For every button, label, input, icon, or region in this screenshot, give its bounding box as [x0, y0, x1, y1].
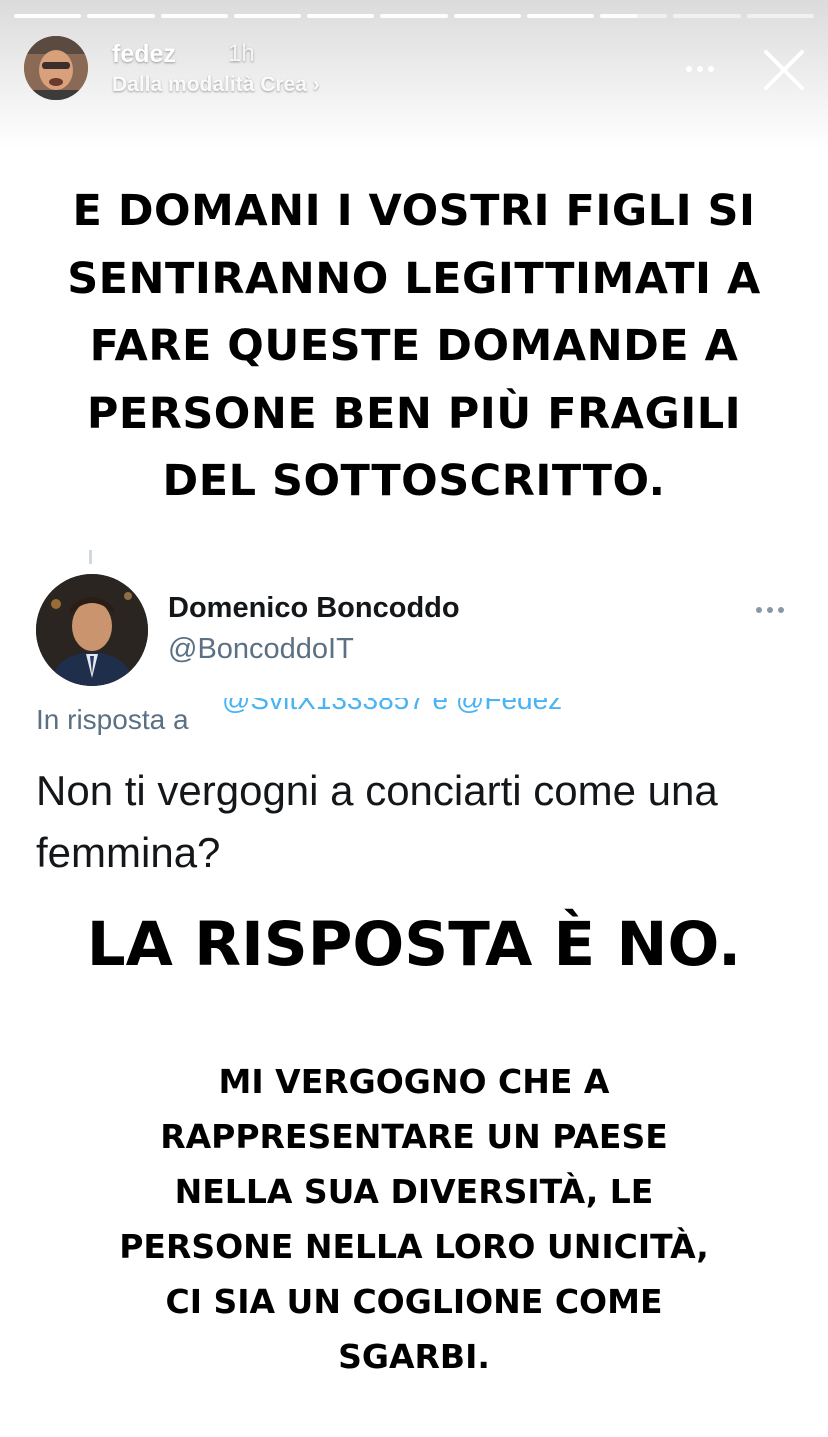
- tweet-avatar[interactable]: [36, 574, 148, 686]
- headline-text: E DOMANI I VOSTRI FIGLI SI SENTIRANNO LE…: [30, 178, 798, 516]
- progress-segment: [600, 14, 668, 18]
- story-progress-bar: [14, 14, 814, 18]
- progress-segment: [87, 14, 155, 18]
- progress-segment: [160, 14, 228, 18]
- thread-line: [89, 550, 92, 564]
- closing-text: MI VERGOGNO CHE A RAPPRESENTARE UN PAESE…: [20, 1054, 808, 1384]
- progress-segment: [307, 14, 375, 18]
- progress-segment: [453, 14, 521, 18]
- progress-segment: [233, 14, 302, 18]
- reply-to-label: In risposta a: [36, 704, 189, 735]
- reply-to-handles[interactable]: @SvitX1333857 e @Fedez: [222, 698, 618, 736]
- story-time: 1h: [228, 40, 255, 67]
- closing-line: PERSONE NELLA LORO UNICITÀ,: [119, 1227, 709, 1266]
- tweet-line: femmina?: [36, 829, 221, 876]
- progress-segment: [673, 14, 741, 18]
- closing-line: MI VERGOGNO CHE A: [218, 1062, 610, 1101]
- tweet-author-name[interactable]: Domenico Boncoddo: [168, 592, 460, 625]
- more-icon[interactable]: [678, 54, 722, 84]
- progress-segment: [14, 14, 82, 18]
- headline-line: FARE QUESTE DOMANDE A: [89, 321, 739, 371]
- answer-text: LA RISPOSTA È NO.: [86, 909, 742, 980]
- story-header: fedez 1h Dalla modalità Crea ›: [24, 36, 812, 102]
- story-avatar[interactable]: [24, 36, 88, 100]
- headline-line: E DOMANI I VOSTRI FIGLI SI: [72, 186, 756, 236]
- progress-segment: [526, 14, 595, 18]
- close-icon[interactable]: [760, 46, 808, 94]
- story-subtitle[interactable]: Dalla modalità Crea ›: [112, 73, 320, 97]
- headline-line: SENTIRANNO LEGITTIMATI A: [67, 253, 761, 304]
- tweet-author-handle[interactable]: @BoncoddoIT: [168, 633, 354, 666]
- headline-line: DEL SOTTOSCRITTO.: [162, 456, 666, 506]
- progress-segment: [746, 14, 814, 18]
- closing-line: NELLA SUA DIVERSITÀ, LE: [174, 1172, 654, 1211]
- tweet-more-icon[interactable]: [750, 600, 790, 620]
- story-username[interactable]: fedez: [112, 40, 176, 69]
- closing-line: SGARBI.: [338, 1337, 490, 1376]
- tweet-line: Non ti vergogni a conciarti come una: [36, 767, 718, 814]
- progress-segment: [380, 14, 448, 18]
- tweet-body: Non ti vergogni a conciarti come una fem…: [36, 760, 806, 884]
- reply-handles-text[interactable]: @SvitX1333857 e @Fedez: [222, 698, 618, 716]
- closing-line: RAPPRESENTARE UN PAESE: [160, 1117, 668, 1156]
- headline-line: PERSONE BEN PIÙ FRAGILI: [86, 388, 742, 439]
- closing-line: CI SIA UN COGLIONE COME: [165, 1282, 663, 1321]
